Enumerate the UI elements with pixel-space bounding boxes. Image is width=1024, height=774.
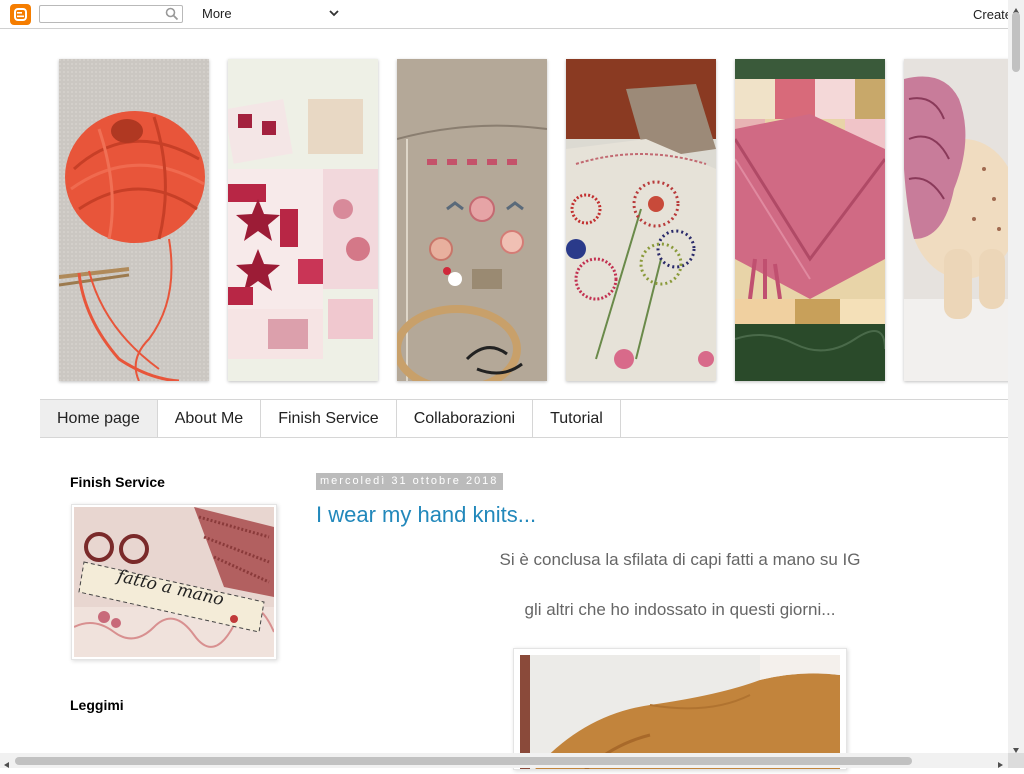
scrollbar-corner [1008,753,1024,768]
tab-home-page[interactable]: Home page [40,400,158,437]
post-title-link[interactable]: I wear my hand knits... [316,502,536,528]
search-icon[interactable] [165,7,179,26]
widget-title-leggimi: Leggimi [70,697,124,713]
header-photo-knitted-quilt [735,59,885,381]
tab-about-me[interactable]: About Me [158,400,262,437]
horizontal-scroll-thumb[interactable] [15,757,912,765]
post-photo-sweater[interactable] [513,648,847,770]
header-photo-yarn [59,59,209,381]
post-text-line-1: Si è conclusa la sfilata di capi fatti a… [499,550,861,569]
tab-collaborazioni[interactable]: Collaborazioni [397,400,534,437]
tab-finish-service[interactable]: Finish Service [261,400,397,437]
finish-service-image[interactable]: fatto a mano [71,504,277,660]
more-dropdown[interactable]: More [202,6,342,22]
blogger-logo-icon[interactable] [10,4,31,25]
post-text-line-2: gli altri che ho indossato in questi gio… [524,600,836,619]
create-blog-link[interactable]: Create [973,7,1012,22]
header-image[interactable] [40,44,1008,394]
header-photo-fabric-elephant [904,59,1008,381]
more-label: More [202,6,232,21]
page-tabs: Home page About Me Finish Service Collab… [40,399,1008,438]
vertical-scrollbar[interactable] [1008,0,1024,753]
widget-title-finish-service: Finish Service [70,474,165,490]
blogger-navbar: More Create [0,0,1024,29]
search-input[interactable] [44,7,168,23]
post-date: mercoledì 31 ottobre 2018 [316,473,504,490]
chevron-down-icon [328,7,340,22]
search-box [39,5,183,23]
header-photo-patchwork [228,59,378,381]
header-photo-embroidered-bag [397,59,547,381]
horizontal-scrollbar[interactable] [0,753,1008,768]
scroll-right-arrow-icon[interactable] [996,756,1004,774]
vertical-scroll-thumb[interactable] [1012,12,1020,72]
tab-tutorial[interactable]: Tutorial [533,400,621,437]
header-photo-cross-stitch [566,59,716,381]
scroll-left-arrow-icon[interactable] [3,756,11,774]
